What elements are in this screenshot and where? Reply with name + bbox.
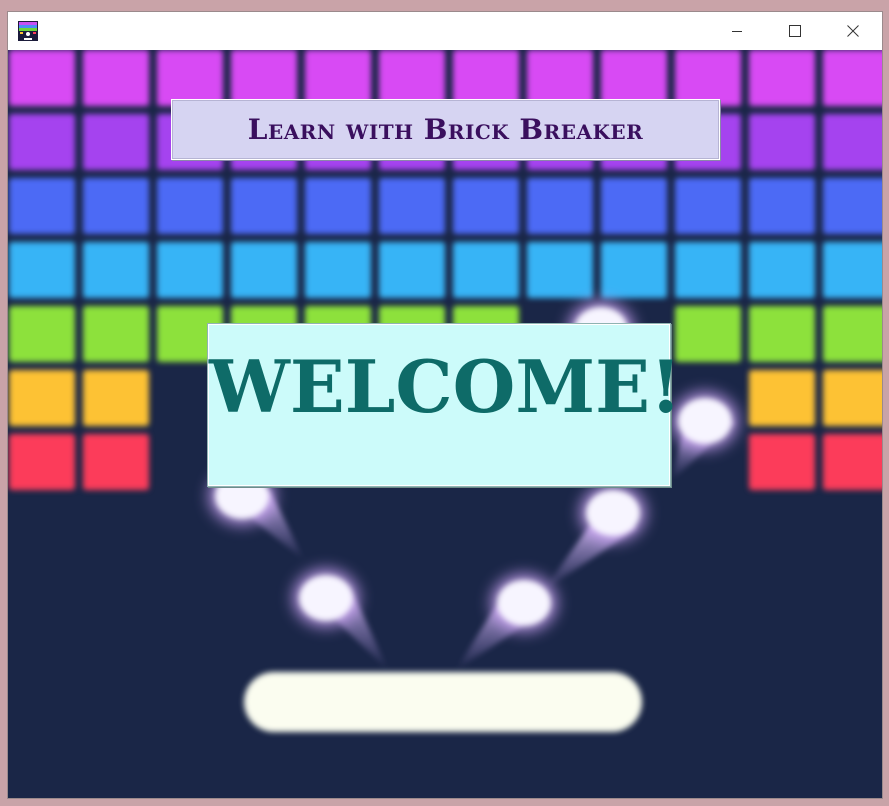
brick [9,434,75,490]
brick [823,178,882,234]
brick [527,50,593,106]
brick [527,242,593,298]
app-window: Learn with Brick Breaker WELCOME! [8,12,882,798]
brick [675,242,741,298]
brick [157,178,223,234]
brick [83,50,149,106]
brick [601,178,667,234]
brick [823,114,882,170]
brick [305,242,371,298]
brick [83,242,149,298]
minimize-button[interactable] [708,12,766,50]
brick [749,178,815,234]
brick [231,50,297,106]
brick [527,178,593,234]
minimize-icon [732,31,742,32]
brick [749,114,815,170]
brick [83,306,149,362]
brick [9,242,75,298]
brick [9,114,75,170]
brick [675,50,741,106]
brick [379,50,445,106]
paddle [244,672,642,732]
brick [749,434,815,490]
welcome-panel: WELCOME! [208,324,682,486]
brick [823,434,882,490]
brick [83,114,149,170]
title-bar[interactable] [8,12,882,50]
brick [453,178,519,234]
brick [379,242,445,298]
close-icon [847,25,859,37]
brick [305,178,371,234]
brick [601,50,667,106]
brick [157,50,223,106]
brick [823,370,882,426]
brick [9,306,75,362]
brick [157,242,223,298]
brick [83,370,149,426]
maximize-button[interactable] [766,12,824,50]
brick [749,242,815,298]
brick [601,242,667,298]
brick [749,370,815,426]
brick [83,434,149,490]
brick [749,50,815,106]
brick [453,50,519,106]
ball [299,575,353,621]
ball [586,490,640,536]
brick [83,178,149,234]
brick [379,178,445,234]
title-banner: Learn with Brick Breaker [171,99,720,160]
brick [9,178,75,234]
brick [9,50,75,106]
brick [453,242,519,298]
welcome-message: WELCOME! [209,344,682,429]
close-button[interactable] [824,12,882,50]
brick-breaker-app-icon [18,21,38,41]
brick [305,50,371,106]
game-canvas[interactable]: Learn with Brick Breaker WELCOME! [8,50,882,798]
brick [9,370,75,426]
brick [675,306,741,362]
brick [231,242,297,298]
brick [749,306,815,362]
ball [497,580,551,626]
brick [675,178,741,234]
maximize-icon [789,25,801,37]
ball [678,398,732,444]
brick [231,178,297,234]
brick [823,50,882,106]
brick [823,306,882,362]
title-banner-text: Learn with Brick Breaker [247,113,644,146]
brick [823,242,882,298]
